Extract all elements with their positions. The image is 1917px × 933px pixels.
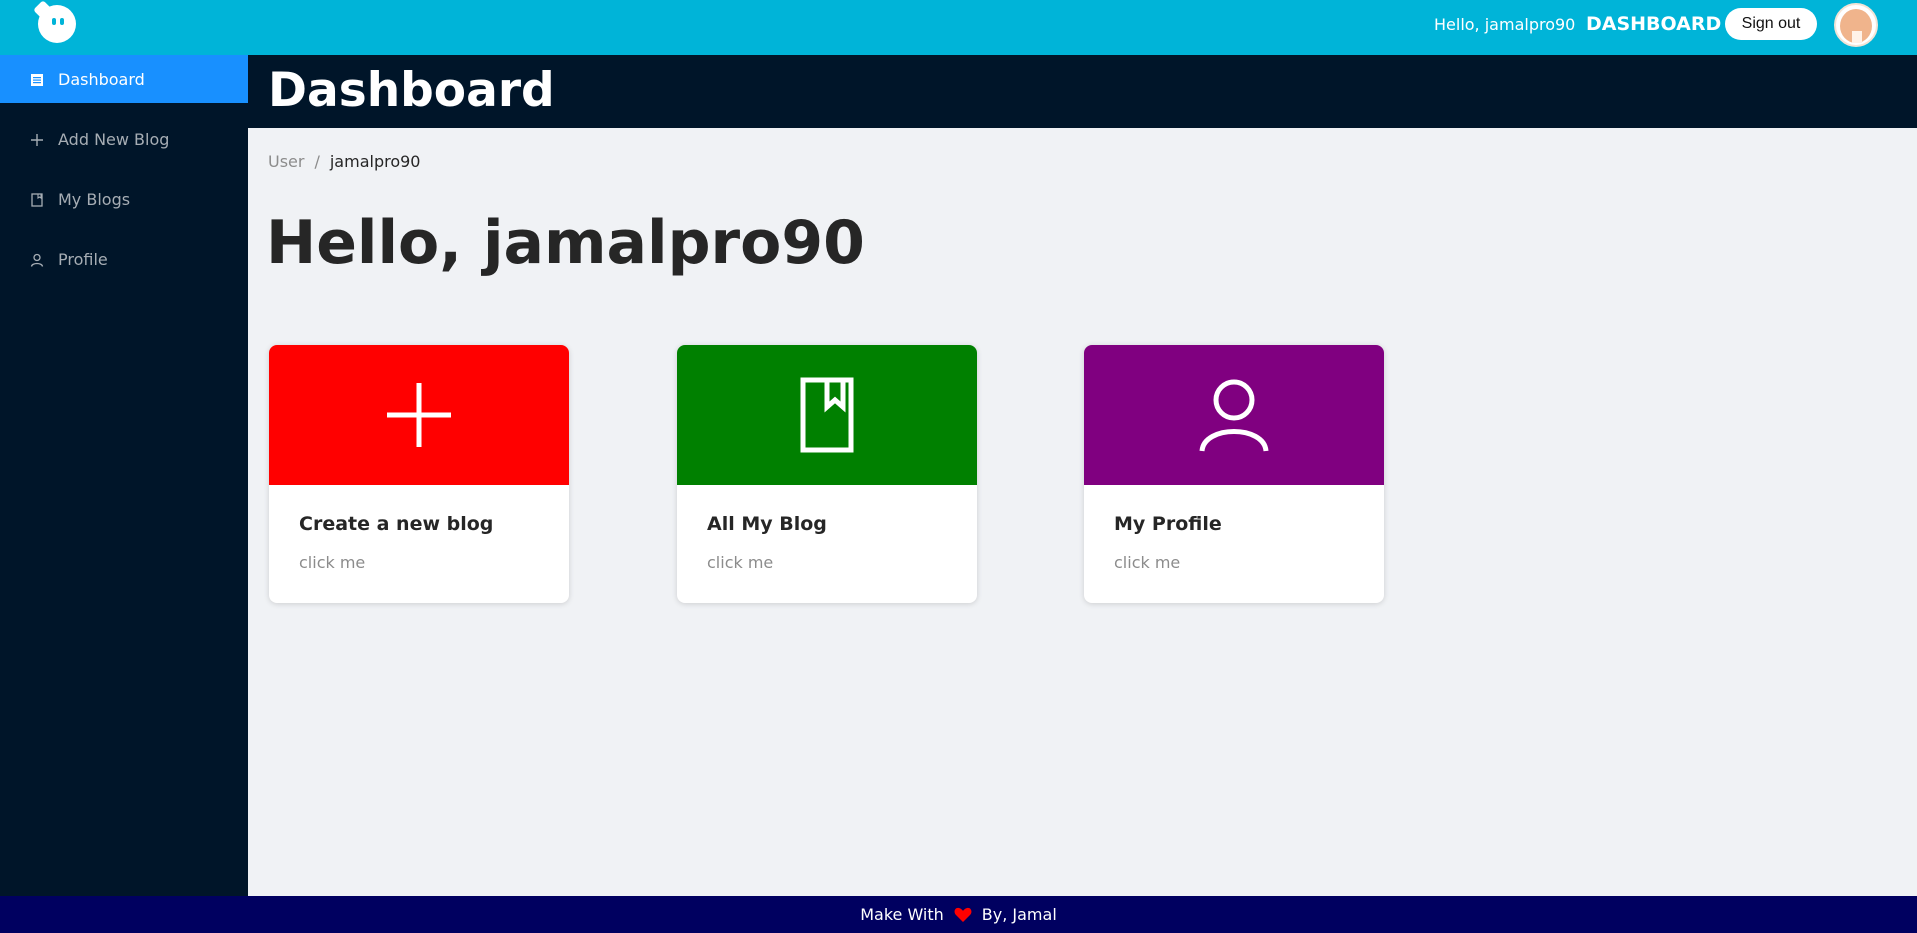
card-cover [269,345,569,485]
dashboard-link[interactable]: DASHBOARD [1586,13,1721,35]
card-cover [677,345,977,485]
sidebar-item-profile[interactable]: Profile [0,235,248,283]
sidebar-item-my-blogs[interactable]: My Blogs [0,175,248,223]
sidebar-item-dashboard[interactable]: Dashboard [0,55,248,103]
header-greeting: Hello, jamalpro90 [1434,15,1576,34]
greeting-heading: Hello, jamalpro90 [266,208,865,278]
plus-icon [30,132,44,146]
user-icon [1199,379,1269,452]
my-profile-card[interactable]: My Profile click me [1084,345,1384,603]
card-description: click me [299,553,366,572]
all-my-blog-card[interactable]: All My Blog click me [677,345,977,603]
sidebar-item-add-new-blog[interactable]: Add New Blog [0,115,248,163]
page-title: Dashboard [268,63,555,118]
footer-suffix: By, Jamal [981,905,1057,924]
card-title: Create a new blog [299,513,494,535]
breadcrumb-item-current: jamalpro90 [329,152,421,171]
dashboard-icon [30,72,44,86]
top-header: Hello, jamalpro90 DASHBOARD Sign out [0,0,1917,55]
logo-icon[interactable] [33,0,76,43]
sidebar-item-label: Profile [58,249,108,269]
sidebar-item-label: My Blogs [58,189,131,209]
heart-icon [954,907,972,923]
book-icon [800,377,854,453]
breadcrumb-item-user[interactable]: User [268,152,304,171]
avatar[interactable] [1834,3,1878,47]
sign-out-button[interactable]: Sign out [1725,8,1817,40]
card-cover [1084,345,1384,485]
breadcrumb-separator: / [314,152,320,171]
card-title: All My Blog [707,513,827,535]
footer: Make With By, Jamal [0,896,1917,933]
sidebar: Dashboard Add New Blog My Blogs Profile [0,55,248,896]
sidebar-item-label: Add New Blog [58,129,170,149]
card-title: My Profile [1114,513,1222,535]
card-description: click me [1114,553,1181,572]
footer-prefix: Make With [860,905,944,924]
breadcrumb: User / jamalpro90 [268,152,420,171]
card-description: click me [707,553,774,572]
create-blog-card[interactable]: Create a new blog click me [269,345,569,603]
page-header: Dashboard [248,55,1917,128]
user-icon [30,252,44,267]
plus-icon [387,383,451,447]
sidebar-item-label: Dashboard [58,69,145,89]
book-icon [30,192,44,207]
